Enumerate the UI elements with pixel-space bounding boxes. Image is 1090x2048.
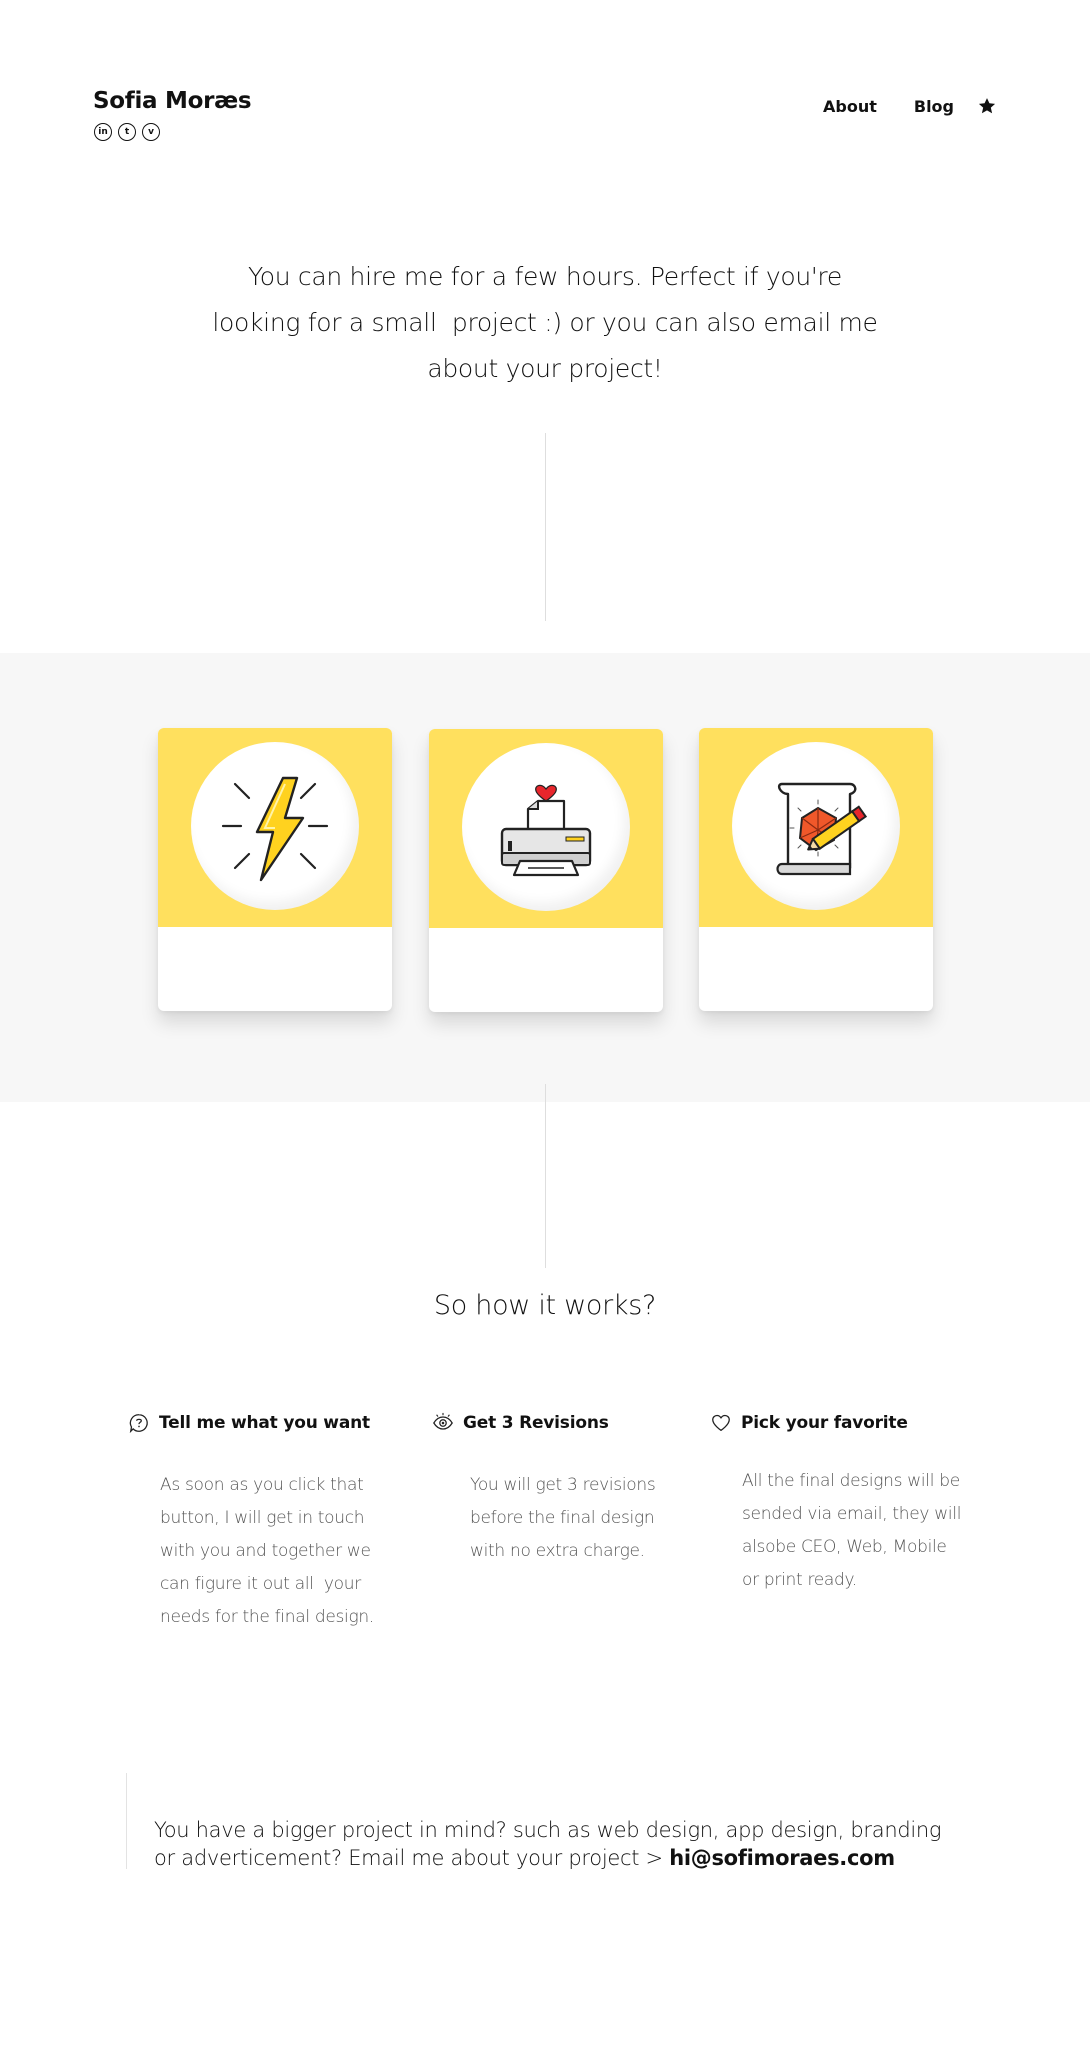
service-card[interactable] bbox=[429, 729, 663, 1012]
step-title: Pick your favorite bbox=[741, 1413, 908, 1433]
scroll-pencil-icon bbox=[776, 782, 868, 876]
step-description: As soon as you click that button, I will… bbox=[160, 1475, 374, 1627]
step-title: Tell me what you want bbox=[159, 1413, 370, 1433]
contact-callout: You have a bigger project in mind? such … bbox=[154, 1816, 942, 1872]
eye-icon bbox=[432, 1412, 454, 1434]
callout-text: or adverticement? Email me about your pr… bbox=[154, 1846, 670, 1870]
quote-bar bbox=[126, 1773, 127, 1869]
divider-line bbox=[545, 1084, 546, 1268]
lightning-bolt-icon bbox=[221, 776, 329, 882]
service-card[interactable] bbox=[158, 728, 392, 1011]
card-icon-circle bbox=[462, 743, 630, 911]
social-links: in t v bbox=[94, 123, 160, 141]
divider-line bbox=[545, 433, 546, 621]
heart-icon bbox=[710, 1412, 732, 1434]
intro-line: looking for a small project :) or you ca… bbox=[212, 308, 878, 337]
intro-line: You can hire me for a few hours. Perfect… bbox=[248, 262, 842, 291]
card-image-area bbox=[158, 728, 392, 927]
brand-name[interactable]: Sofia Moræs bbox=[93, 88, 252, 114]
chat-question-icon bbox=[128, 1412, 150, 1434]
service-card[interactable] bbox=[699, 728, 933, 1011]
section-title: So how it works? bbox=[433, 1290, 657, 1321]
callout-line-2: or adverticement? Email me about your pr… bbox=[154, 1844, 941, 1872]
card-image-area bbox=[699, 728, 933, 927]
card-icon-circle bbox=[732, 742, 900, 910]
email-link[interactable]: hi@sofimoraes.com bbox=[669, 1846, 895, 1870]
step-title: Get 3 Revisions bbox=[463, 1413, 609, 1433]
main-nav: About Blog bbox=[786, 96, 997, 116]
tumblr-icon[interactable]: t bbox=[118, 123, 136, 141]
site-header: Sofia Moræs in t v About Blog bbox=[0, 0, 1090, 160]
step-description: All the final designs will be sended via… bbox=[742, 1471, 962, 1590]
card-icon-circle bbox=[191, 742, 359, 910]
nav-about-link[interactable]: About bbox=[823, 97, 877, 116]
step-description: You will get 3 revisions before the fina… bbox=[470, 1475, 656, 1561]
star-icon[interactable] bbox=[977, 96, 997, 116]
nav-blog-link[interactable]: Blog bbox=[914, 97, 954, 116]
linkedin-icon[interactable]: in bbox=[94, 123, 112, 141]
callout-line: You have a bigger project in mind? such … bbox=[154, 1818, 942, 1842]
vimeo-icon[interactable]: v bbox=[142, 123, 160, 141]
step-heading: Tell me what you want bbox=[128, 1412, 370, 1434]
intro-text: You can hire me for a few hours. Perfect… bbox=[0, 254, 1090, 392]
step-heading: Get 3 Revisions bbox=[432, 1412, 609, 1434]
step-heading: Pick your favorite bbox=[710, 1412, 908, 1434]
printer-heart-icon bbox=[500, 784, 592, 877]
intro-line: about your project! bbox=[427, 354, 663, 383]
card-image-area bbox=[429, 729, 663, 928]
